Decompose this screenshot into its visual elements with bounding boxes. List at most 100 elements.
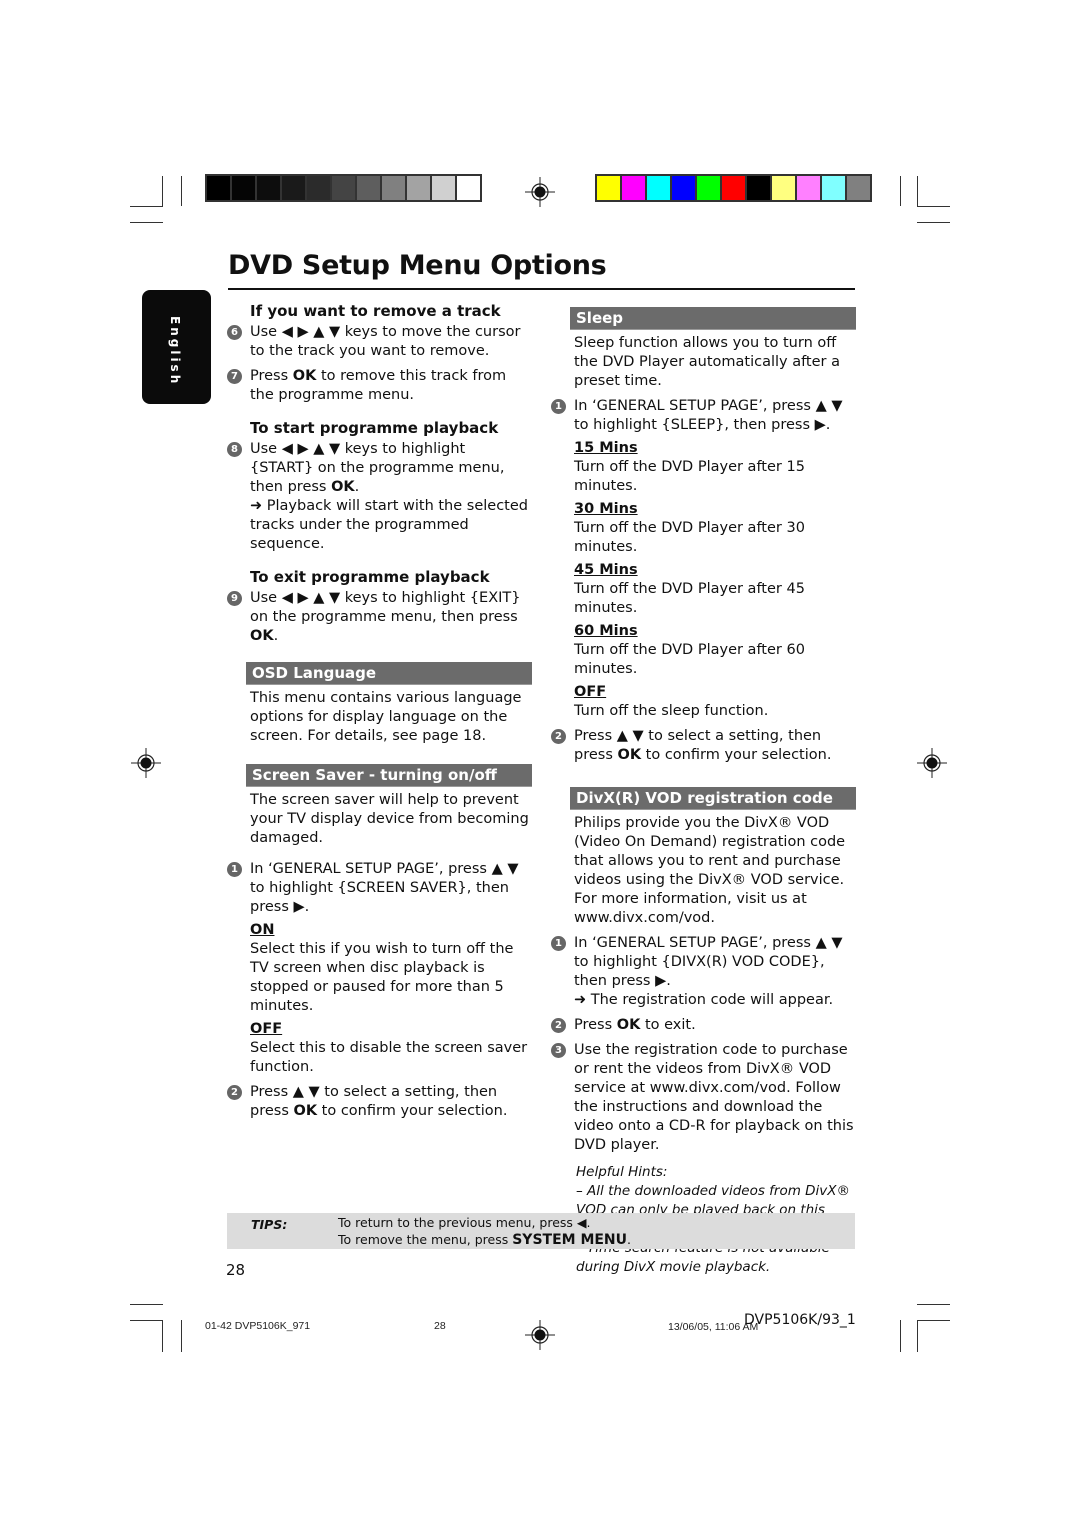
option-off-label: OFF	[250, 1021, 283, 1037]
calibration-swatch	[457, 176, 480, 200]
divx-step-2: 2 Press OK to exit.	[550, 1016, 856, 1035]
step-text: Use ◀ ▶ ▲ ▼ keys to highlight {EXIT} on …	[250, 590, 521, 625]
step-number-icon: 6	[227, 325, 242, 340]
step-text: Press	[574, 1017, 617, 1033]
calibration-swatch	[207, 176, 230, 200]
screen-saver-step-1: 1 In ‘GENERAL SETUP PAGE’, press ▲ ▼ to …	[226, 860, 532, 917]
option-60-mins-label: 60 Mins	[574, 623, 638, 639]
step-number-icon: 2	[551, 729, 566, 744]
calibration-swatch	[622, 176, 645, 200]
sleep-step-1: 1 In ‘GENERAL SETUP PAGE’, press ▲ ▼ to …	[550, 397, 856, 435]
crop-mark	[130, 1320, 163, 1321]
screen-saver-section-header: Screen Saver - turning on/off	[246, 764, 532, 787]
crop-mark	[900, 176, 901, 206]
helpful-hints-title: Helpful Hints:	[576, 1164, 668, 1180]
crop-mark	[162, 1320, 163, 1352]
option-15-mins-label: 15 Mins	[574, 440, 638, 456]
step-text: .	[354, 479, 360, 495]
option-on-description: Select this if you wish to turn off the …	[250, 941, 514, 1014]
step-text: Use ◀ ▶ ▲ ▼ keys to highlight {START} on…	[250, 441, 505, 495]
tips-box: TIPS: To return to the previous menu, pr…	[227, 1213, 855, 1249]
crop-mark	[917, 206, 950, 207]
calibration-swatch	[847, 176, 870, 200]
calibration-swatch	[432, 176, 455, 200]
language-tab-label: English	[168, 316, 182, 387]
option-off-description: Select this to disable the screen saver …	[250, 1040, 528, 1075]
tips-text: To remove the menu, press	[338, 1232, 513, 1247]
crop-mark	[130, 222, 163, 223]
calibration-swatch	[382, 176, 405, 200]
crop-mark	[162, 176, 163, 206]
calibration-swatch	[597, 176, 620, 200]
calibration-swatch	[722, 176, 745, 200]
registration-mark-icon	[131, 748, 161, 778]
crop-mark	[130, 1304, 163, 1305]
language-tab: English	[142, 290, 211, 404]
start-playback-heading: To start programme playback	[250, 419, 499, 437]
step-number-icon: 9	[227, 591, 242, 606]
option-off-description: Turn off the sleep function.	[574, 703, 769, 719]
calibration-swatch	[357, 176, 380, 200]
right-column: Sleep Sleep function allows you to turn …	[550, 307, 856, 1277]
step-number-icon: 3	[551, 1043, 566, 1058]
step-text: In ‘GENERAL SETUP PAGE’, press ▲ ▼ to hi…	[574, 935, 843, 989]
step-result: ➜ Playback will start with the selected …	[250, 498, 528, 552]
step-text: In ‘GENERAL SETUP PAGE’, press ▲ ▼ to hi…	[574, 398, 843, 433]
option-off-label: OFF	[574, 684, 607, 700]
crop-mark	[917, 1304, 950, 1305]
crop-mark	[917, 222, 950, 223]
title-divider	[228, 288, 855, 290]
ok-key-label: OK	[293, 1103, 318, 1119]
step-8: 8 Use ◀ ▶ ▲ ▼ keys to highlight {START} …	[226, 440, 532, 554]
calibration-swatch	[797, 176, 820, 200]
tips-text: .	[627, 1232, 632, 1247]
calibration-swatch	[672, 176, 695, 200]
step-text: to exit.	[640, 1017, 696, 1033]
calibration-swatch	[697, 176, 720, 200]
exit-playback-heading: To exit programme playback	[250, 568, 490, 586]
step-text: to confirm your selection.	[317, 1103, 508, 1119]
page-title: DVD Setup Menu Options	[228, 250, 607, 281]
page-number: 28	[226, 1261, 246, 1279]
step-text: In ‘GENERAL SETUP PAGE’, press ▲ ▼ to hi…	[250, 861, 519, 915]
option-30-mins-label: 30 Mins	[574, 501, 638, 517]
sleep-section-header: Sleep	[570, 307, 856, 330]
crop-mark	[900, 1320, 901, 1352]
crop-mark	[181, 176, 182, 206]
option-30-mins-description: Turn off the DVD Player after 30 minutes…	[574, 520, 805, 555]
step-text: Press	[250, 368, 293, 384]
sleep-step-2: 2 Press ▲ ▼ to select a setting, then pr…	[550, 727, 856, 765]
calibration-swatch	[407, 176, 430, 200]
footer-file-name: 01-42 DVP5106K_971	[205, 1320, 311, 1332]
registration-mark-icon	[525, 177, 555, 207]
step-6: 6 Use ◀ ▶ ▲ ▼ keys to move the cursor to…	[226, 323, 532, 361]
option-on-label: ON	[250, 922, 275, 938]
tips-line-2: To remove the menu, press SYSTEM MENU.	[338, 1231, 631, 1249]
option-45-mins-label: 45 Mins	[574, 562, 638, 578]
color-calibration-bar	[595, 174, 872, 202]
calibration-swatch	[257, 176, 280, 200]
step-9: 9 Use ◀ ▶ ▲ ▼ keys to highlight {EXIT} o…	[226, 589, 532, 646]
registration-mark-icon	[917, 748, 947, 778]
footer-page: 28	[434, 1320, 446, 1332]
registration-mark-icon	[525, 1320, 555, 1350]
option-60-mins-description: Turn off the DVD Player after 60 minutes…	[574, 642, 805, 677]
crop-mark	[181, 1320, 182, 1352]
calibration-swatch	[822, 176, 845, 200]
calibration-swatch	[307, 176, 330, 200]
step-number-icon: 1	[551, 936, 566, 951]
step-number-icon: 1	[227, 862, 242, 877]
divx-step-1: 1 In ‘GENERAL SETUP PAGE’, press ▲ ▼ to …	[550, 934, 856, 1010]
ok-key-label: OK	[292, 368, 317, 384]
step-number-icon: 1	[551, 399, 566, 414]
step-text: to confirm your selection.	[641, 747, 832, 763]
divx-intro: Philips provide you the DivX® VOD (Video…	[574, 815, 846, 926]
osd-language-text: This menu contains various language opti…	[250, 690, 522, 744]
crop-mark	[917, 1320, 918, 1352]
tips-line-1: To return to the previous menu, press ◀.	[338, 1215, 591, 1230]
crop-mark	[130, 206, 163, 207]
calibration-swatch	[232, 176, 255, 200]
crop-mark	[917, 1320, 950, 1321]
step-number-icon: 2	[551, 1018, 566, 1033]
step-number-icon: 7	[227, 369, 242, 384]
